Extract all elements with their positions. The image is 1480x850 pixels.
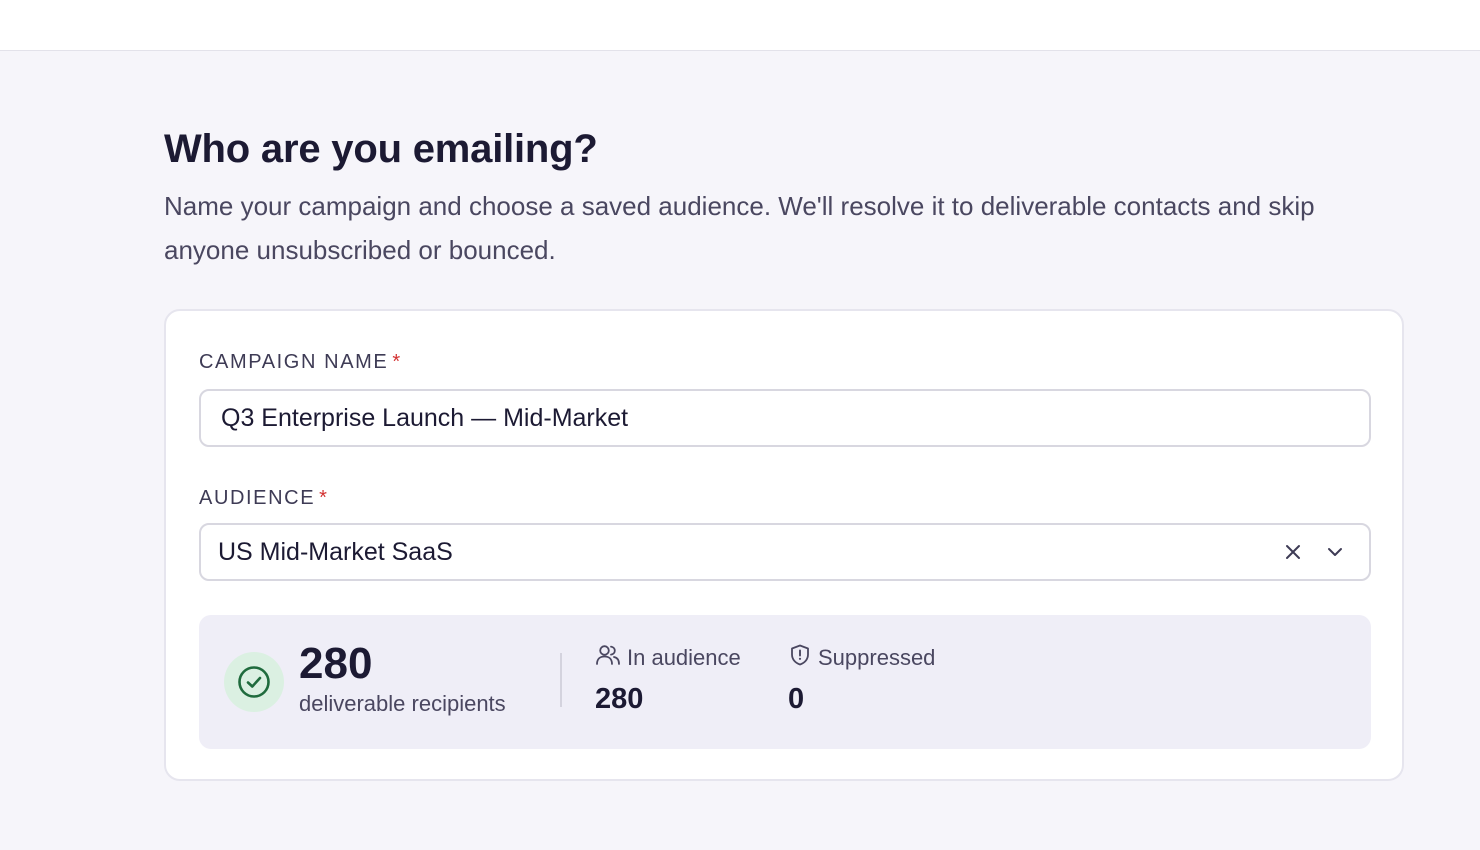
close-icon[interactable] [1281, 540, 1305, 564]
page-description: Name your campaign and choose a saved au… [164, 191, 1315, 265]
suppressed-label: Suppressed [818, 645, 936, 670]
audience-step: Who are you emailing? Name your campaign… [164, 126, 1404, 781]
campaign-name-input[interactable]: Q3 Enterprise Launch — Mid-Market [199, 389, 1371, 447]
required-marker: * [319, 487, 329, 509]
required-marker: * [392, 351, 402, 373]
audience-select[interactable]: US Mid-Market SaaS [199, 523, 1371, 581]
in-audience-stat: In audience 280 [595, 643, 741, 716]
suppressed-value: 0 [788, 683, 805, 715]
audience-label: AUDIENCE * [199, 487, 329, 510]
audience-selected-value: US Mid-Market SaaS [218, 537, 453, 566]
chevron-down-icon[interactable] [1323, 540, 1347, 564]
campaign-form-card: CAMPAIGN NAME * Q3 Enterprise Launch — Mi… [164, 309, 1404, 781]
deliverable-count: 280 [299, 639, 373, 688]
deliverable-label: deliverable recipients [299, 691, 506, 716]
check-circle-icon [224, 652, 284, 712]
summary-divider [560, 653, 562, 707]
campaign-name-label: CAMPAIGN NAME * [199, 351, 402, 374]
campaign-name-label-text: CAMPAIGN NAME [199, 351, 389, 373]
in-audience-value: 280 [595, 683, 644, 715]
campaign-name-value: Q3 Enterprise Launch — Mid-Market [221, 403, 629, 432]
page-title: Who are you emailing? [164, 127, 598, 171]
recipient-summary: 280 deliverable recipients In audience 2… [199, 615, 1371, 749]
in-audience-label: In audience [627, 645, 741, 670]
suppressed-stat: Suppressed 0 [788, 643, 935, 716]
top-bar [0, 0, 1480, 51]
shield-alert-icon [788, 643, 812, 673]
users-icon [595, 643, 621, 673]
audience-label-text: AUDIENCE [199, 487, 316, 509]
